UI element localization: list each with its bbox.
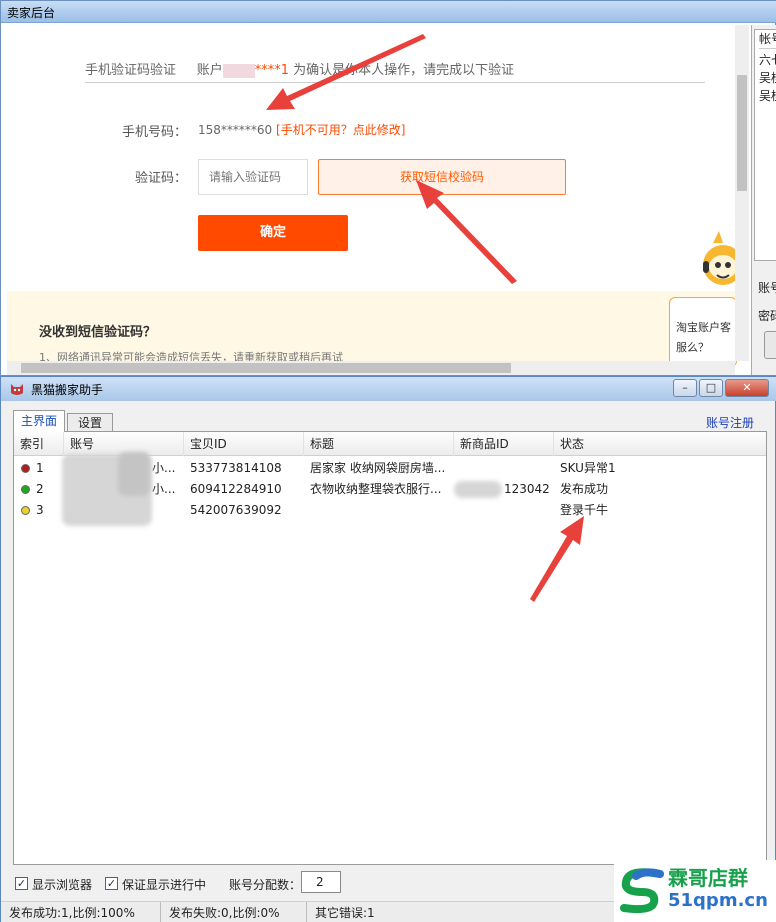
tab-settings[interactable]: 设置 [67, 413, 113, 432]
row-status: 登录千牛 [560, 503, 609, 517]
phone-number: 158******60 [手机不可用？点此修改] [198, 121, 405, 138]
row-item-id: 533773814108 [190, 461, 282, 475]
list-item[interactable]: 吴桂 [759, 69, 776, 87]
maximize-button[interactable]: □ [699, 379, 723, 397]
watermark-name: 霖哥店群 [668, 866, 748, 890]
account-suffix: ****1 [254, 63, 289, 78]
status-other: 其它错误:1 [315, 906, 375, 920]
scroll-thumb[interactable] [737, 75, 747, 191]
account-mask [222, 63, 255, 78]
scroll-thumb[interactable] [21, 363, 511, 373]
verification-code-input[interactable] [198, 159, 308, 195]
status-success: 发布成功:1,比例:100% [1, 902, 161, 922]
horizontal-scrollbar[interactable] [7, 361, 735, 375]
row-status: SKU异常1 [560, 461, 616, 475]
seller-backend-title: 卖家后台 [7, 6, 56, 20]
seller-backend-titlebar: 卖家后台 [1, 1, 776, 23]
row-title [310, 500, 452, 521]
seller-backend-window: 卖家后台 手机验证码验证 账户 ****1 为确认是你本人操作，请完成以下验证 手… [0, 0, 776, 376]
column-header[interactable]: 宝贝ID [184, 432, 304, 456]
side-panel: 帐号 六七 吴桂 吴桂 账号 密码 [751, 25, 776, 375]
show-browser-checkbox[interactable]: ✓ [15, 877, 28, 890]
verification-page: 手机验证码验证 账户 ****1 为确认是你本人操作，请完成以下验证 手机号码： … [7, 25, 735, 361]
row-account: 小... [152, 461, 176, 475]
customer-service-bubble[interactable]: 淘宝账户客服么？ [669, 297, 737, 367]
alloc-label: 账号分配数： [229, 878, 302, 892]
row-index: 2 [36, 482, 44, 496]
verify-header-label: 手机验证码验证 [85, 63, 177, 78]
black-cat-icon [11, 384, 23, 395]
account-list-header: 帐号 [759, 30, 776, 49]
get-sms-code-button[interactable]: 获取短信校验码 [318, 159, 566, 195]
row-new-id: 123042 [504, 482, 550, 496]
mascot-icon[interactable] [699, 225, 735, 299]
row-item-id: 609412284910 [190, 482, 282, 496]
row-account: 小... [152, 482, 176, 496]
helper-window: 黑猫搬家助手 – □ ✕ 主界面 设置 账号注册 索引 账号 宝贝ID 标题 新… [0, 376, 776, 922]
tab-main[interactable]: 主界面 [13, 410, 65, 432]
phone-label: 手机号码： [121, 125, 187, 140]
side-password-label: 密码 [758, 309, 776, 323]
column-header[interactable]: 状态 [554, 432, 766, 456]
phone-number-value: 158******60 [198, 123, 273, 137]
account-register-link[interactable]: 账号注册 [706, 414, 754, 431]
help-title: 没收到短信验证码？ [39, 325, 157, 340]
status-dot [21, 464, 30, 473]
ensure-progress-checkbox[interactable]: ✓ [105, 877, 118, 890]
helper-titlebar: 黑猫搬家助手 – □ ✕ [1, 377, 776, 401]
watermark: 霖哥店群 51qpm.cn [614, 860, 776, 922]
vertical-scrollbar[interactable] [735, 25, 749, 361]
helper-title: 黑猫搬家助手 [31, 383, 104, 397]
watermark-url: 51qpm.cn [668, 890, 768, 911]
column-header[interactable]: 新商品ID [454, 432, 554, 456]
column-header[interactable]: 索引 [14, 432, 64, 456]
row-index: 3 [36, 503, 44, 517]
help-panel: 没收到短信验证码？ 1、网络通讯异常可能会造成短信丢失，请重新获取或稍后再试 [7, 291, 735, 361]
row-title: 衣物收纳整理袋衣服行... [310, 482, 442, 496]
privacy-blur [454, 481, 502, 498]
privacy-blur [118, 452, 150, 496]
list-item[interactable]: 吴桂 [759, 87, 776, 105]
side-account-label: 账号 [758, 281, 776, 295]
alloc-count-input[interactable]: 2 [301, 871, 341, 893]
confirm-button[interactable]: 确定 [198, 215, 348, 251]
help-line: 1、网络通讯异常可能会造成短信丢失，请重新获取或稍后再试 [39, 351, 343, 361]
watermark-logo-icon [620, 868, 664, 914]
list-item[interactable]: 六七 [759, 51, 776, 69]
show-browser-label: 显示浏览器 [32, 878, 93, 892]
close-button[interactable]: ✕ [725, 379, 769, 397]
status-dot [21, 506, 30, 515]
column-header[interactable]: 标题 [304, 432, 454, 456]
verify-header: 手机验证码验证 账户 ****1 为确认是你本人操作，请完成以下验证 [85, 59, 705, 83]
ensure-progress-label: 保证显示进行中 [122, 878, 207, 892]
status-failure: 发布失败:0,比例:0% [161, 902, 307, 922]
side-button[interactable] [764, 331, 776, 359]
change-phone-link[interactable]: [手机不可用？点此修改] [276, 123, 405, 137]
row-title: 居家家 收纳网袋厨房墙... [310, 461, 446, 475]
verify-header-note: 为确认是你本人操作，请完成以下验证 [293, 63, 515, 78]
task-table: 索引 账号 宝贝ID 标题 新商品ID 状态 1 小... 5337738141… [13, 431, 767, 865]
account-prefix: 账户 [196, 63, 223, 78]
code-label: 验证码： [134, 171, 187, 186]
account-list[interactable]: 帐号 六七 吴桂 吴桂 [754, 29, 776, 261]
minimize-button[interactable]: – [673, 379, 697, 397]
row-status: 发布成功 [560, 482, 609, 496]
row-index: 1 [36, 461, 44, 475]
row-item-id: 542007639092 [190, 503, 282, 517]
status-dot [21, 485, 30, 494]
